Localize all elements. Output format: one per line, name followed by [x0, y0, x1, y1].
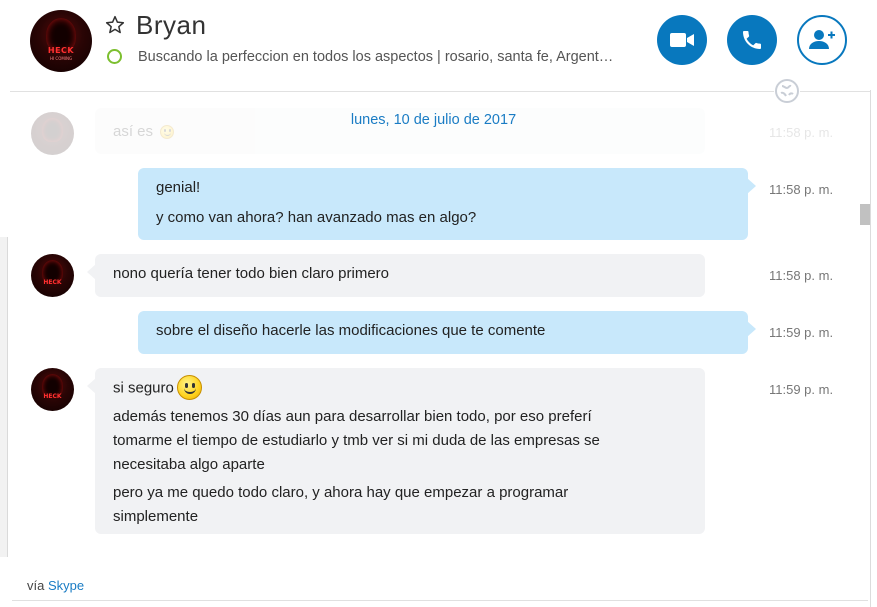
skype-link[interactable]: Skype	[48, 578, 84, 593]
message-bubble-outgoing[interactable]: sobre el diseño hacerle las modificacion…	[138, 311, 756, 354]
message-bubble-outgoing[interactable]: genial! y como van ahora? han avanzado m…	[138, 168, 756, 240]
sender-avatar[interactable]: HECK	[31, 368, 74, 411]
message-text: necesitaba algo aparte	[113, 456, 265, 473]
avatar-logo-text: HECK	[43, 393, 62, 400]
scrollbar-thumb[interactable]	[860, 204, 870, 225]
message-text: tomarme el tiempo de estudiarlo y tmb ve…	[113, 432, 600, 449]
contact-name[interactable]: Bryan	[136, 10, 206, 41]
message-text: genial!	[156, 179, 201, 196]
footer-divider	[12, 600, 868, 601]
add-person-icon	[809, 30, 835, 49]
contact-avatar[interactable]: HECK HI COMING	[30, 10, 92, 72]
avatar-logo-subtext: HI COMING	[49, 56, 73, 61]
right-panel-edge	[870, 90, 871, 607]
star-icon[interactable]	[105, 15, 125, 35]
message-text: pero ya me quedo todo claro, y ahora hay…	[113, 484, 569, 501]
conversation-header: HECK HI COMING Bryan Buscando la perfecc…	[0, 0, 877, 84]
video-camera-icon	[670, 33, 694, 47]
message-timestamp: 11:59 p. m.	[769, 382, 834, 397]
message-timestamp: 11:58 p. m.	[769, 268, 834, 283]
video-call-button[interactable]	[657, 15, 707, 65]
message-bubble-incoming[interactable]: nono quería tener todo bien claro primer…	[87, 254, 705, 297]
message-text: además tenemos 30 días aun para desarrol…	[113, 408, 592, 425]
left-panel-edge	[0, 237, 8, 557]
mood-message: Buscando la perfeccion en todos los aspe…	[138, 49, 614, 65]
message-text: y como van ahora? han avanzado mas en al…	[156, 209, 477, 226]
avatar-logo-text: HECK	[47, 46, 75, 55]
sender-avatar[interactable]: HECK	[31, 254, 74, 297]
globe-icon[interactable]	[774, 78, 800, 104]
message-line: si seguro	[113, 375, 687, 401]
via-skype-footer: vía Skype	[27, 578, 84, 593]
message-text: si seguro	[113, 379, 174, 397]
avatar-logo-text: HECK	[43, 279, 62, 286]
phone-icon	[743, 31, 761, 49]
message-text: simplemente	[113, 508, 199, 525]
message-text: sobre el diseño hacerle las modificacion…	[156, 322, 546, 339]
date-separator: lunes, 10 de julio de 2017	[350, 112, 517, 128]
message-timestamp: 11:58 p. m.	[769, 182, 834, 197]
smiley-emoticon	[176, 375, 202, 400]
via-prefix: vía	[27, 578, 45, 593]
header-divider	[10, 91, 870, 92]
audio-call-button[interactable]	[727, 15, 777, 65]
message-timestamp: 11:59 p. m.	[769, 325, 834, 340]
message-text: nono quería tener todo bien claro primer…	[113, 265, 390, 282]
presence-status-icon	[107, 49, 122, 64]
message-bubble-incoming[interactable]: si seguro además tenemos 30 días aun par…	[87, 368, 705, 534]
add-people-button[interactable]	[797, 15, 847, 65]
